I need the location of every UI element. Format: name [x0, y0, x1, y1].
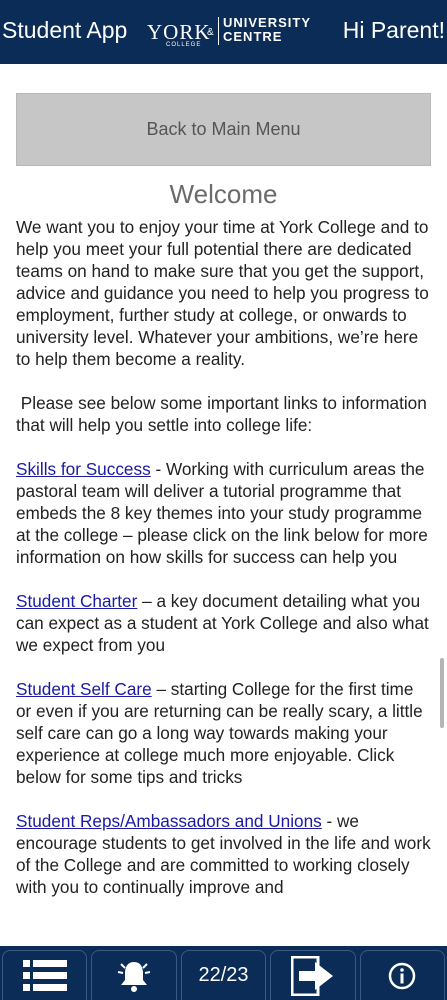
section-student-charter: Student Charter – a key document detaili…: [16, 590, 431, 656]
student-charter-link[interactable]: Student Charter: [16, 591, 137, 611]
page-indicator[interactable]: 22/23: [180, 950, 267, 1000]
bottom-nav: 22/23: [0, 946, 447, 1000]
logo-amp-text: &: [207, 27, 214, 38]
section-student-self-care: Student Self Care – starting College for…: [16, 678, 431, 788]
links-intro-paragraph: Please see below some important links to…: [16, 393, 427, 435]
info-icon: [389, 962, 416, 989]
back-to-main-menu-button[interactable]: Back to Main Menu: [16, 93, 431, 166]
skills-for-success-link[interactable]: Skills for Success: [16, 459, 151, 479]
menu-button[interactable]: [2, 950, 88, 1000]
page-title: Welcome: [169, 179, 278, 209]
bell-icon: [117, 961, 151, 992]
intro-paragraph: We want you to enjoy your time at York C…: [16, 217, 429, 369]
logout-icon: [290, 955, 333, 996]
section-student-reps: Student Reps/Ambassadors and Unions - we…: [16, 810, 431, 898]
student-reps-link[interactable]: Student Reps/Ambassadors and Unions: [16, 811, 322, 831]
logo-university-centre: UNIVERSITY CENTRE: [223, 15, 312, 44]
logo-college-text: COLLEGE: [166, 42, 202, 48]
logo-divider: [218, 17, 219, 45]
section-skills-for-success: Skills for Success - Working with curric…: [16, 458, 431, 568]
app-header: Student App YORK COLLEGE & UNIVERSITY CEN…: [0, 0, 447, 64]
scrollbar[interactable]: [440, 658, 444, 728]
logout-button[interactable]: [270, 950, 356, 1000]
student-self-care-link[interactable]: Student Self Care: [16, 679, 152, 699]
main-content[interactable]: Back to Main Menu Welcome We want you to…: [16, 93, 431, 943]
greeting: Hi Parent!: [342, 17, 445, 43]
info-button[interactable]: [359, 950, 446, 1000]
menu-icon: [22, 959, 67, 991]
notifications-button[interactable]: [91, 950, 177, 1000]
york-college-logo: YORK COLLEGE & UNIVERSITY CENTRE: [147, 14, 310, 49]
app-title: Student App: [2, 17, 128, 43]
